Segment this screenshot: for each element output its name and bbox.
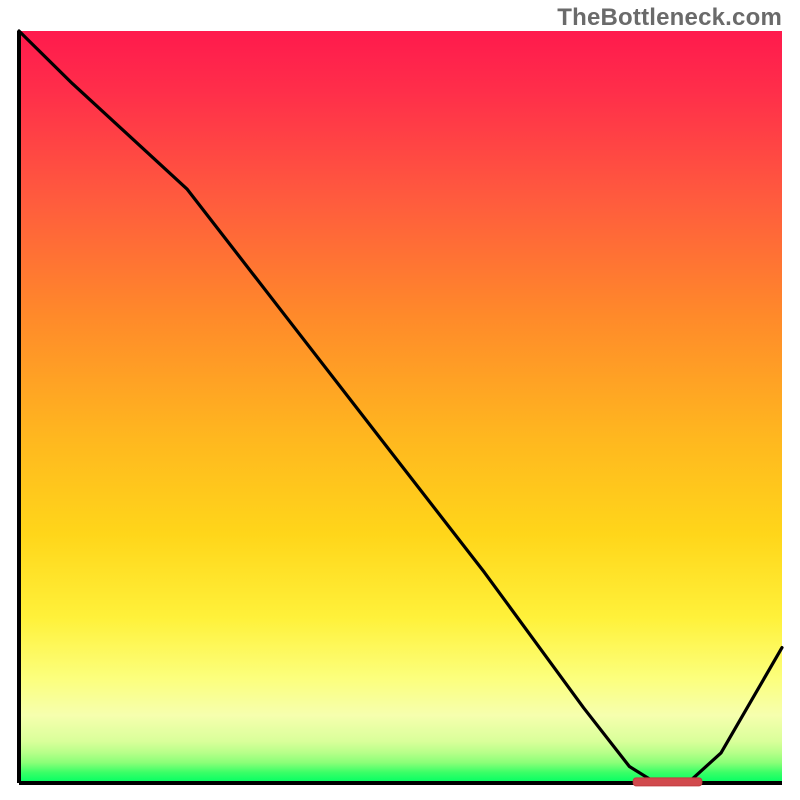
- curve-line: [19, 31, 782, 781]
- chart-container: TheBottleneck.com: [0, 0, 800, 800]
- plot-svg: [0, 0, 800, 800]
- minimum-marker: [633, 778, 702, 786]
- axes: [19, 31, 782, 783]
